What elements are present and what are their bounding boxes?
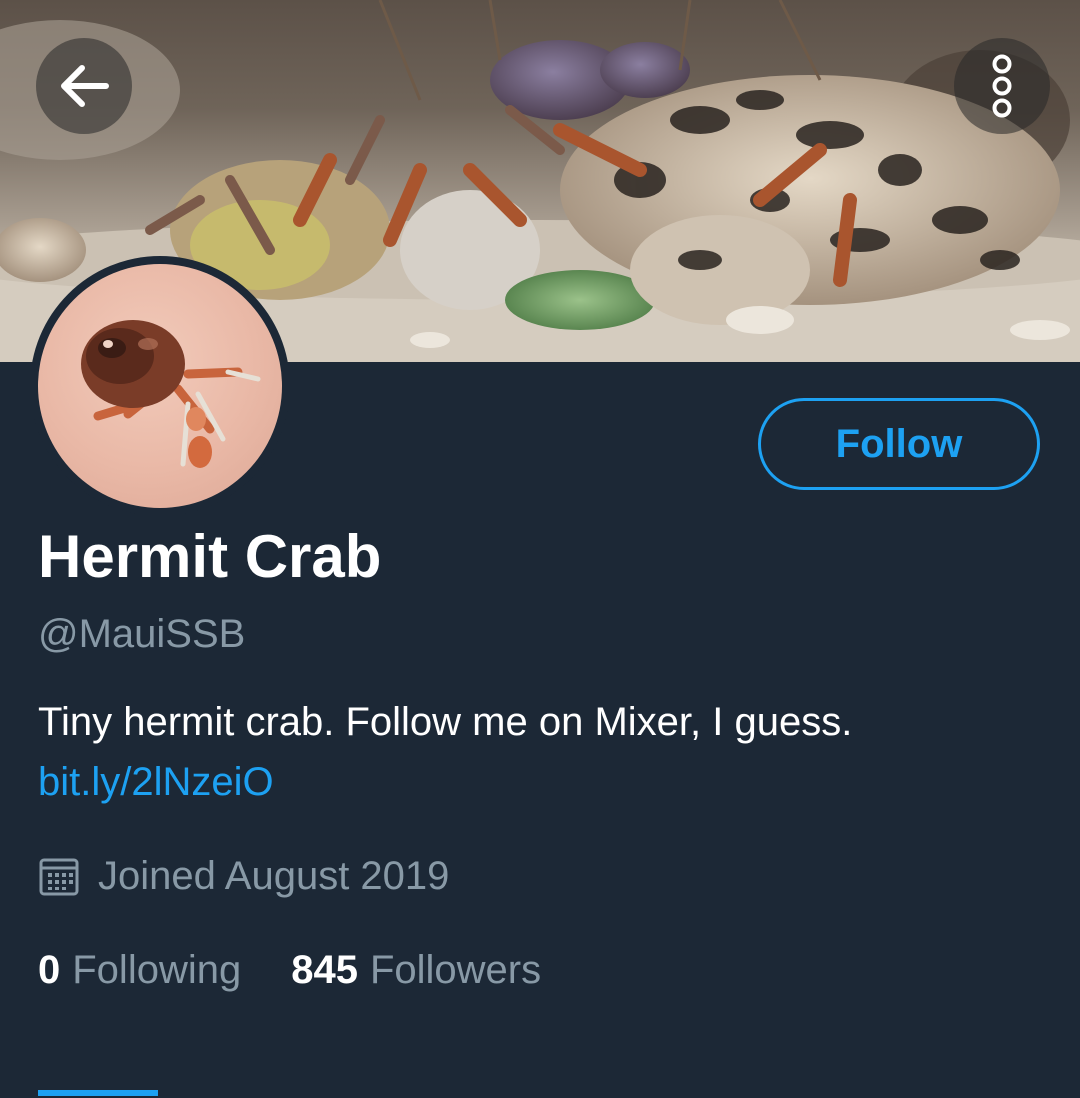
more-options-button[interactable] xyxy=(954,38,1050,134)
active-tab-indicator xyxy=(38,1090,158,1096)
avatar-photo xyxy=(38,264,282,508)
followers-count: 845 xyxy=(291,948,358,992)
profile-bio: Tiny hermit crab. Follow me on Mixer, I … xyxy=(38,700,853,744)
following-stat[interactable]: 0 Following xyxy=(38,948,241,993)
follow-stats: 0 Following 845 Followers xyxy=(38,948,541,993)
joined-label: Joined August 2019 xyxy=(98,854,450,898)
follow-button[interactable]: Follow xyxy=(758,398,1040,490)
joined-date: Joined August 2019 xyxy=(38,854,449,899)
display-name: Hermit Crab xyxy=(38,523,382,590)
calendar-icon xyxy=(39,858,79,895)
more-vertical-icon xyxy=(992,54,1012,118)
bio-link[interactable]: bit.ly/2lNzeiO xyxy=(38,760,274,805)
avatar[interactable] xyxy=(30,256,290,516)
profile-page: Follow Hermit Crab @MauiSSB Tiny hermit … xyxy=(0,0,1080,1098)
profile-tabs xyxy=(0,1086,1080,1098)
following-label: Following xyxy=(72,948,242,992)
back-button[interactable] xyxy=(36,38,132,134)
followers-stat[interactable]: 845 Followers xyxy=(291,948,541,993)
followers-label: Followers xyxy=(369,948,542,992)
arrow-left-icon xyxy=(61,65,109,107)
following-count: 0 xyxy=(38,948,61,992)
profile-handle: @MauiSSB xyxy=(38,612,246,656)
